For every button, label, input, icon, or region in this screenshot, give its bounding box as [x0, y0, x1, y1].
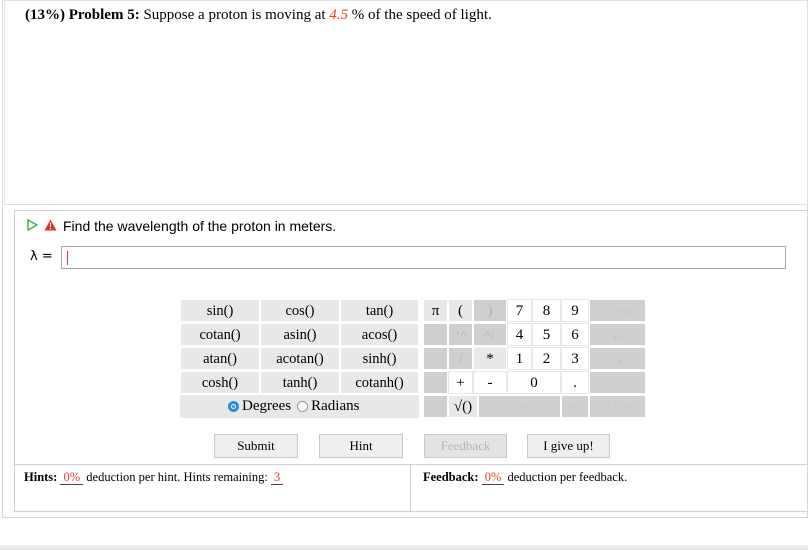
text-cursor	[67, 251, 68, 265]
part-header: Find the wavelength of the proton in met…	[26, 217, 336, 235]
bottom-bar	[0, 545, 808, 550]
key-3[interactable]: 3	[561, 347, 589, 370]
key-cosh[interactable]: cosh()	[180, 371, 260, 394]
key-blank-3	[423, 371, 448, 394]
key-asin[interactable]: asin()	[260, 323, 340, 346]
feedback-text: deduction per feedback.	[507, 470, 628, 484]
submit-button[interactable]: Submit	[214, 434, 298, 458]
key-blank-2	[423, 347, 448, 370]
feedback-info: Feedback: 0% deduction per feedback.	[423, 470, 627, 485]
key-lparen[interactable]: (	[448, 299, 473, 322]
hints-deduction: 0%	[60, 470, 84, 485]
key-minus[interactable]: -	[473, 371, 507, 394]
feedback-deduction: 0%	[481, 470, 505, 485]
problem-label: Problem 5:	[68, 7, 140, 23]
key-9[interactable]: 9	[561, 299, 589, 322]
key-home[interactable]: HOME	[589, 299, 646, 322]
key-dot[interactable]: .	[561, 371, 589, 394]
key-sin[interactable]: sin()	[180, 299, 260, 322]
key-del[interactable]: DEL	[561, 395, 589, 418]
problem-value: 4.5	[329, 7, 349, 23]
feedback-button[interactable]: Feedback	[424, 434, 507, 458]
key-divide[interactable]: /	[448, 347, 473, 370]
key-2[interactable]: 2	[532, 347, 561, 370]
key-7[interactable]: 7	[507, 299, 532, 322]
key-cotan[interactable]: cotan()	[180, 323, 260, 346]
key-end[interactable]: END	[589, 371, 646, 394]
key-sqrt[interactable]: √()	[448, 395, 478, 418]
part-prompt: Find the wavelength of the proton in met…	[63, 218, 337, 234]
hints-label: Hints:	[24, 470, 58, 484]
play-icon[interactable]	[26, 218, 39, 234]
key-6[interactable]: 6	[561, 323, 589, 346]
problem-text-after: % of the speed of light.	[351, 7, 492, 23]
key-atan[interactable]: atan()	[180, 347, 260, 370]
key-8[interactable]: 8	[532, 299, 561, 322]
key-4[interactable]: 4	[507, 323, 532, 346]
key-superscript-down[interactable]: ^↓	[473, 323, 507, 346]
key-5[interactable]: 5	[532, 323, 561, 346]
degrees-radio[interactable]	[228, 401, 239, 412]
key-superscript-up[interactable]: ↑^	[448, 323, 473, 346]
feedback-label: Feedback:	[423, 470, 479, 484]
hint-button[interactable]: Hint	[319, 434, 403, 458]
key-clear[interactable]: CLEAR	[589, 395, 646, 418]
problem-statement: (13%) Problem 5: Suppose a proton is mov…	[25, 7, 492, 24]
key-blank-4	[423, 395, 448, 418]
key-plus[interactable]: +	[448, 371, 473, 394]
hints-remaining: 3	[270, 470, 284, 485]
key-pi[interactable]: π	[423, 299, 448, 322]
key-rparen[interactable]: )	[473, 299, 507, 322]
key-multiply[interactable]: *	[473, 347, 507, 370]
problem-percent: (13%)	[25, 7, 65, 23]
key-0[interactable]: 0	[507, 371, 561, 394]
hints-text: deduction per hint. Hints remaining:	[86, 470, 268, 484]
key-1[interactable]: 1	[507, 347, 532, 370]
key-cos[interactable]: cos()	[260, 299, 340, 322]
key-right[interactable]: →	[589, 347, 646, 370]
degrees-label[interactable]: Degrees	[242, 398, 291, 415]
key-left[interactable]: ←	[589, 323, 646, 346]
key-tan[interactable]: tan()	[340, 299, 419, 322]
answer-input[interactable]	[61, 246, 786, 269]
answer-label: λ =	[30, 249, 53, 264]
warning-icon	[44, 218, 57, 234]
hints-info: Hints: 0% deduction per hint. Hints rema…	[24, 470, 284, 485]
give-up-button[interactable]: I give up!	[527, 434, 610, 458]
radians-radio[interactable]	[297, 401, 309, 412]
key-tanh[interactable]: tanh()	[260, 371, 340, 394]
key-blank-1	[423, 323, 448, 346]
key-backspace[interactable]: BACKSPACE	[478, 395, 561, 418]
radians-label[interactable]: Radians	[311, 398, 359, 415]
problem-statement-box: (13%) Problem 5: Suppose a proton is mov…	[4, 0, 808, 205]
problem-text-before: Suppose a proton is moving at	[143, 7, 326, 23]
key-sinh[interactable]: sinh()	[340, 347, 419, 370]
key-cotanh[interactable]: cotanh()	[340, 371, 419, 394]
key-acos[interactable]: acos()	[340, 323, 419, 346]
key-acotan[interactable]: acotan()	[260, 347, 340, 370]
angle-mode-selector: Degrees Radians	[180, 395, 419, 418]
